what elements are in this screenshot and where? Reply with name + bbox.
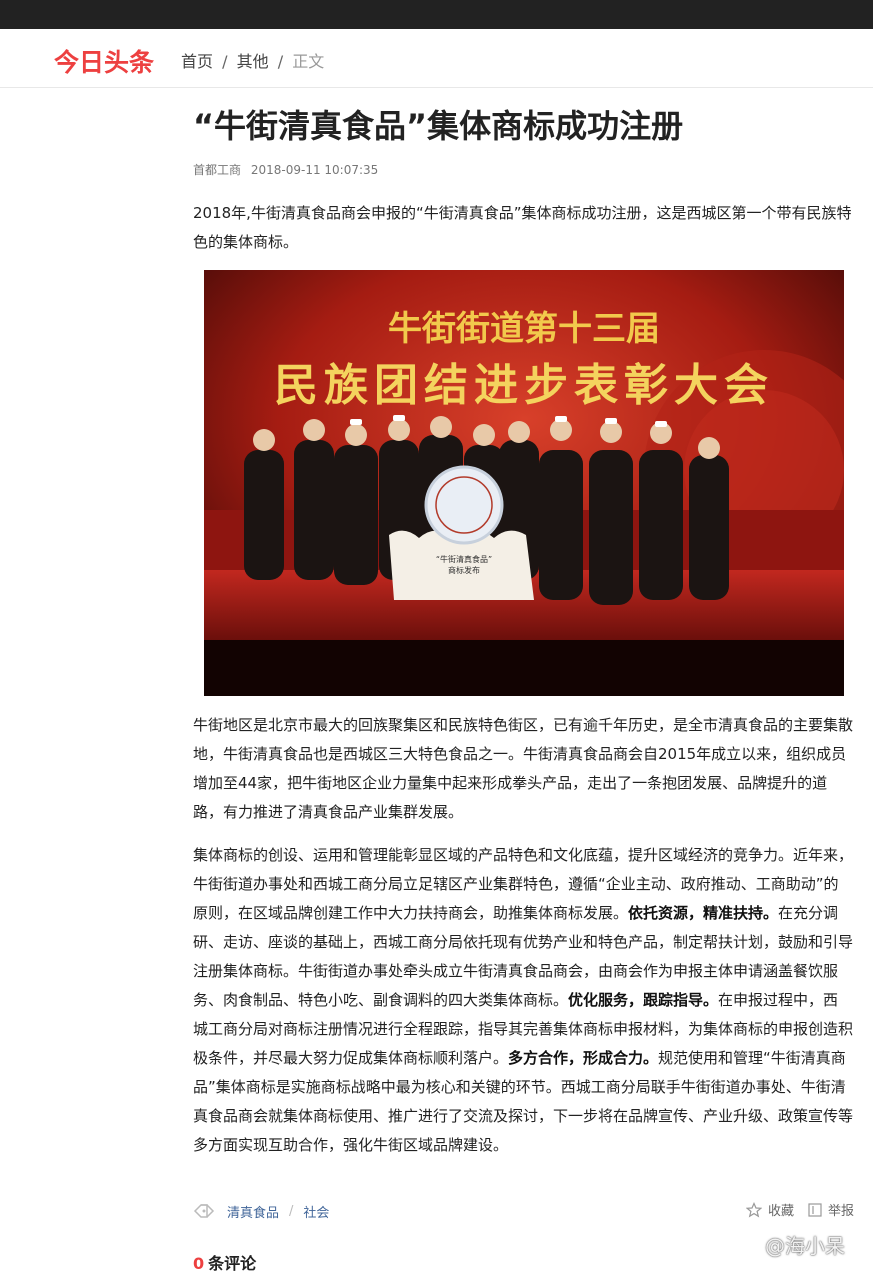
- banner-line-2: 民族团结进步表彰大会: [274, 360, 774, 411]
- breadcrumb-home[interactable]: 首页: [181, 52, 213, 71]
- breadcrumb-separator: /: [277, 52, 284, 71]
- article-source[interactable]: 首都工商: [193, 163, 241, 177]
- podium-text-2: 商标发布: [448, 565, 480, 575]
- article-intro: 2018年,牛街清真食品商会申报的“牛街清真食品”集体商标成功注册，这是西城区第…: [193, 204, 852, 251]
- paragraph-bold: 多方合作，形成合力。: [508, 1049, 659, 1067]
- article-actions: 收藏 举报: [732, 1200, 854, 1219]
- watermark: @海小呆: [735, 1230, 845, 1259]
- paragraph-bold: 依托资源，精准扶持。: [628, 904, 779, 922]
- star-icon: [745, 1201, 762, 1217]
- weibo-icon: [735, 1235, 759, 1255]
- banner-line-1: 牛街街道第十三届: [388, 309, 660, 349]
- paragraph-bold: 优化服务，跟踪指导。: [568, 991, 719, 1009]
- article-tags: 清真食品 / 社会: [193, 1199, 329, 1223]
- report-button[interactable]: 举报: [808, 1200, 854, 1219]
- tag-separator: /: [289, 1203, 294, 1219]
- tag-link[interactable]: 清真食品: [227, 1202, 279, 1221]
- breadcrumb: 首页 / 其他 / 正文: [181, 48, 324, 72]
- tag-link[interactable]: 社会: [303, 1202, 329, 1221]
- comments-heading: 0 条评论: [193, 1250, 256, 1274]
- article-paragraph-2: 牛街地区是北京市最大的回族聚集区和民族特色街区，已有逾千年历史，是全市清真食品的…: [193, 716, 854, 821]
- site-logo[interactable]: 今日头条: [54, 43, 154, 79]
- breadcrumb-separator: /: [222, 52, 228, 71]
- report-label: 举报: [827, 1204, 854, 1219]
- tag-icon: [193, 1204, 215, 1218]
- article-time: 2018-09-11 10:07:35: [250, 163, 379, 177]
- breadcrumb-current: 正文: [292, 52, 325, 71]
- watermark-text: @海小呆: [765, 1234, 845, 1258]
- article-meta: 首都工商 2018-09-11 10:07:35: [193, 161, 384, 178]
- flag-icon: [808, 1202, 822, 1217]
- event-photo-illustration: 牛街街道第十三届 民族团结进步表彰大会 “牛街清真食品” 商标发布: [204, 270, 844, 696]
- favorite-button[interactable]: 收藏: [745, 1200, 794, 1219]
- article-title: “牛街清真食品”集体商标成功注册: [193, 107, 684, 145]
- site-header: 今日头条 首页 / 其他 / 正文: [0, 29, 873, 88]
- comment-count: 0: [193, 1254, 205, 1273]
- podium-text-1: “牛街清真食品”: [436, 554, 492, 564]
- favorite-label: 收藏: [767, 1204, 794, 1219]
- article-paragraph-3: 集体商标的创设、运用和管理能彰显区域的产品特色和文化底蕴，提升区域经济的竞争力。…: [193, 841, 853, 1160]
- comment-label: 条评论: [208, 1254, 257, 1273]
- browser-top-bar: [0, 0, 873, 29]
- article-photo: 牛街街道第十三届 民族团结进步表彰大会 “牛街清真食品” 商标发布: [204, 270, 844, 696]
- breadcrumb-category[interactable]: 其他: [237, 52, 269, 71]
